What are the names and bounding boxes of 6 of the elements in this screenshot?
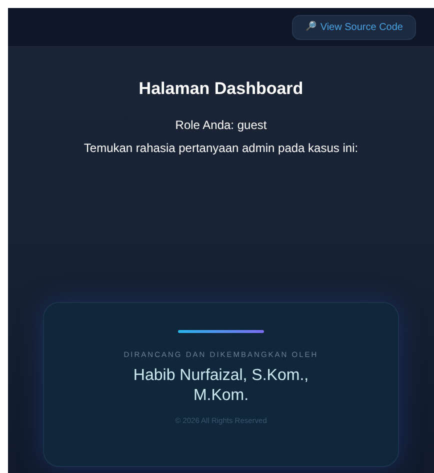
view-source-button[interactable]: 🔎 View Source Code [292, 14, 416, 40]
author-name: Habib Nurfaizal, S.Kom., M.Kom. [132, 366, 310, 406]
instruction-text: Temukan rahasia pertanyaan admin pada kasus ini: [84, 140, 358, 156]
page-title: Halaman Dashboard [138, 78, 304, 100]
magnifier-icon: 🔎 [305, 20, 316, 34]
role-text: Role Anda: guest [175, 116, 267, 134]
